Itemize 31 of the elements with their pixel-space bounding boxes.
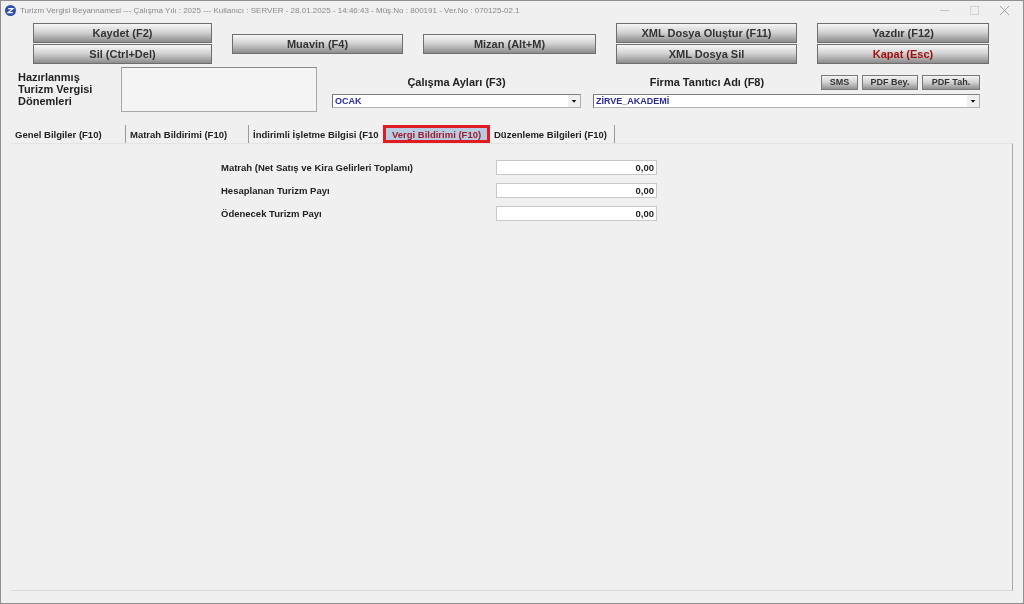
field-label: Hesaplanan Turizm Payı: [221, 184, 331, 196]
toolbar-button[interactable]: Yazdır (F12): [817, 23, 989, 43]
amount-field[interactable]: 0,00: [496, 205, 657, 221]
periods-list[interactable]: [121, 67, 317, 112]
toolbar-button[interactable]: Kapat (Esc): [817, 44, 989, 64]
close-icon[interactable]: [1000, 5, 1009, 15]
work-months-label: Çalışma Ayları (F3): [407, 76, 506, 88]
toolbar-button[interactable]: XML Dosya Sil: [616, 44, 797, 64]
amount-field[interactable]: 0,00: [496, 159, 657, 175]
toolbar-button[interactable]: Mizan (Alt+M): [423, 33, 596, 54]
tab[interactable]: Matrah Bildirimi (F10): [126, 125, 249, 143]
toolbar-button[interactable]: Sil (Ctrl+Del): [33, 44, 212, 64]
amount-field[interactable]: 0,00: [496, 182, 657, 198]
window-title: Turizm Vergisi Beyannamesi --- Çalışma Yılı : 2025 --- Kullanıcı : SERVER - 28.01.2025 - 14:46:43 - Müş.No : 800191 - Ver.No : 070125-02.1: [20, 5, 520, 15]
small-button[interactable]: SMS: [821, 74, 858, 90]
tab[interactable]: İndirimli İşletme Bilgisi (F10: [249, 125, 383, 143]
toolbar-button[interactable]: XML Dosya Oluştur (F11): [616, 23, 797, 43]
tab[interactable]: Düzenleme Bilgileri (F10): [490, 125, 615, 143]
toolbar-button[interactable]: Muavin (F4): [232, 33, 403, 54]
tab[interactable]: Genel Bilgiler (F10): [11, 125, 126, 143]
small-button[interactable]: PDF Tah.: [922, 74, 980, 90]
work-months-dropdown[interactable]: OCAK: [332, 94, 581, 108]
company-label: Firma Tanıtıcı Adı (F8): [648, 76, 766, 88]
tab[interactable]: Vergi Bildirimi (F10): [383, 125, 490, 143]
small-button[interactable]: PDF Bey.: [862, 74, 918, 90]
app-logo-icon: [5, 4, 16, 16]
field-label: Ödenecek Turizm Payı: [221, 207, 323, 219]
company-dropdown[interactable]: ZİRVE_AKADEMİ: [593, 94, 980, 108]
field-label: Matrah (Net Satış ve Kira Gelirleri Toplamı): [221, 161, 414, 173]
periods-label: Hazırlanmış Turizm Vergisi Dönemleri: [18, 71, 94, 109]
toolbar-button[interactable]: Kaydet (F2): [33, 23, 212, 43]
